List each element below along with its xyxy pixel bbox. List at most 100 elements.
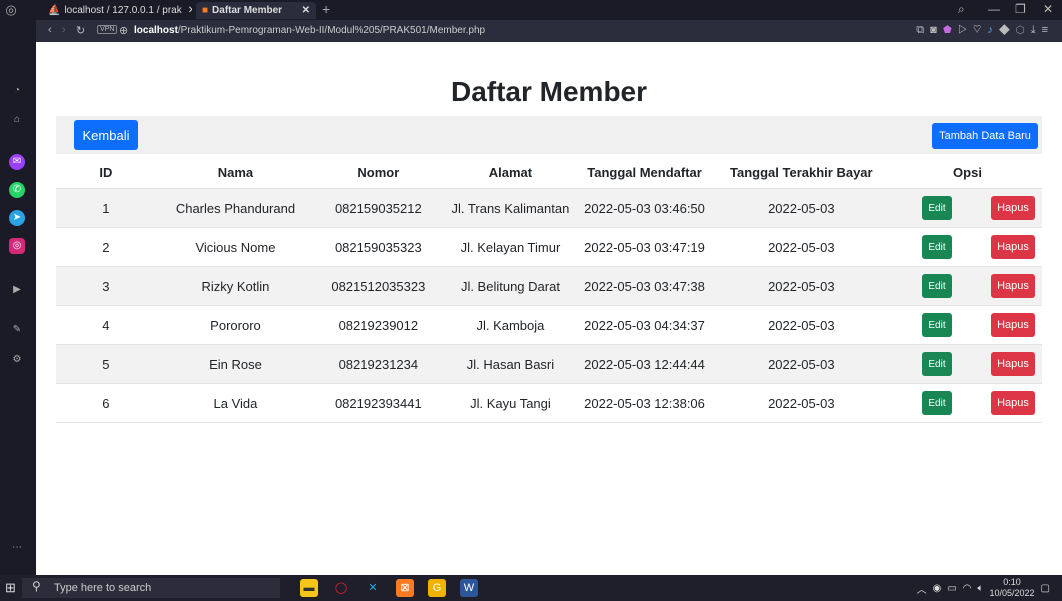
edit-button[interactable]: Edit	[922, 391, 953, 415]
windows-taskbar: ⊞ ⚲ Type here to search ▬ ◯ ✕ ⊠ G W ︿ ◉ …	[0, 575, 1062, 601]
settings-icon[interactable]: ⚙	[9, 352, 25, 368]
delete-button[interactable]: Hapus	[991, 274, 1035, 298]
cell-tanggal-mendaftar: 2022-05-03 04:34:37	[579, 305, 710, 345]
wifi-icon[interactable]: ◠	[963, 583, 972, 594]
table-header-row: ID Nama Nomor Alamat Tanggal Mendaftar T…	[56, 156, 1042, 189]
messenger-icon[interactable]: ✉	[9, 154, 25, 170]
cell-tanggal-mendaftar: 2022-05-03 03:46:50	[579, 188, 710, 228]
windows-start-icon[interactable]: ⊞	[5, 580, 16, 596]
back-nav-icon[interactable]: ‹	[48, 24, 52, 36]
notification-icon[interactable]: ▢	[1041, 583, 1050, 594]
network-icon[interactable]: ▭	[947, 583, 956, 594]
cell-id: 6	[56, 383, 156, 423]
clock[interactable]: 0:10 10/05/2022	[990, 577, 1035, 599]
cell-alamat: Jl. Belitung Darat	[441, 266, 580, 306]
member-table: ID Nama Nomor Alamat Tanggal Mendaftar T…	[56, 156, 1042, 423]
heart-icon[interactable]: ♡	[973, 24, 987, 36]
header-nama: Nama	[155, 156, 316, 189]
new-tab-icon[interactable]: +	[322, 1, 330, 17]
cell-nomor: 08219239012	[315, 305, 442, 345]
file-explorer-icon[interactable]: ▬	[300, 579, 318, 597]
whatsapp-icon[interactable]: ✆	[9, 182, 25, 198]
delete-button[interactable]: Hapus	[991, 196, 1035, 220]
cell-opsi: Edit Hapus	[893, 383, 1042, 423]
cell-id: 1	[56, 188, 156, 228]
tab-close-icon[interactable]: ✕	[182, 5, 192, 16]
tab-phpmyadmin[interactable]: ⛵ localhost / 127.0.0.1 / prak ✕	[42, 2, 192, 19]
cell-tanggal-terakhir-bayar: 2022-05-03	[709, 266, 894, 306]
telegram-icon[interactable]: ➤	[9, 210, 25, 226]
back-button[interactable]: Kembali	[74, 120, 138, 150]
table-row: 6 La Vida 082192393441 Jl. Kayu Tangi 20…	[56, 383, 1042, 423]
word-icon[interactable]: W	[460, 579, 478, 597]
delete-button[interactable]: Hapus	[991, 391, 1035, 415]
edit-button[interactable]: Edit	[922, 313, 953, 337]
extension-icon[interactable]: ◆	[999, 24, 1016, 36]
edit-button[interactable]: Edit	[922, 274, 953, 298]
chevron-up-icon[interactable]: ︿	[917, 581, 927, 596]
cell-opsi: Edit Hapus	[893, 344, 1042, 384]
browser-title-bar: ◎ ⛵ localhost / 127.0.0.1 / prak ✕ ■ Daf…	[0, 0, 1062, 20]
edit-button[interactable]: Edit	[922, 235, 953, 259]
clock-date: 10/05/2022	[989, 588, 1035, 598]
cell-opsi: Edit Hapus	[893, 188, 1042, 228]
volume-icon[interactable]: 🔈︎	[978, 583, 984, 594]
url-field[interactable]: localhost/Praktikum-Pemrograman-Web-II/M…	[134, 25, 485, 36]
speed-dial-icon[interactable]: ◔	[9, 83, 25, 99]
tab-label: Daftar Member	[212, 5, 283, 16]
reload-icon[interactable]: ↻	[76, 24, 85, 37]
tab-close-icon[interactable]: ✕	[296, 5, 310, 16]
xampp-icon: ■	[202, 5, 209, 16]
camera-icon[interactable]: ◙	[930, 24, 943, 36]
maximize-icon[interactable]: ❐	[1015, 2, 1026, 16]
header-nomor: Nomor	[315, 156, 442, 189]
header-tanggal-mendaftar: Tanggal Mendaftar	[579, 156, 710, 189]
player-icon[interactable]: ▷	[958, 24, 973, 36]
taskbar-search[interactable]: ⚲ Type here to search	[22, 578, 280, 598]
cell-id: 2	[56, 227, 156, 267]
snapshot-icon[interactable]: ⧉	[916, 24, 930, 36]
xampp-taskbar-icon[interactable]: ⊠	[396, 579, 414, 597]
opera-logo-icon[interactable]: ◎	[3, 2, 19, 18]
pinboard-icon[interactable]: ✎	[9, 322, 25, 338]
shield-icon[interactable]: ⬟	[943, 24, 958, 36]
edit-button[interactable]: Edit	[922, 196, 953, 220]
cell-nama: Porororo	[155, 305, 316, 345]
edit-button[interactable]: Edit	[922, 352, 953, 376]
forward-nav-icon[interactable]: ›	[62, 24, 66, 36]
cell-nama: Charles Phandurand	[155, 188, 316, 228]
cube-icon[interactable]: ⬡	[1016, 24, 1031, 36]
opera-icon[interactable]: ◯	[332, 579, 350, 597]
cell-tanggal-terakhir-bayar: 2022-05-03	[709, 383, 894, 423]
delete-button[interactable]: Hapus	[991, 352, 1035, 376]
add-new-data-button[interactable]: Tambah Data Baru	[932, 123, 1038, 149]
vpn-badge[interactable]: VPN	[97, 25, 118, 34]
tab-daftar-member[interactable]: ■ Daftar Member ✕	[196, 2, 316, 19]
search-icon[interactable]: ⌕	[958, 2, 965, 17]
delete-button[interactable]: Hapus	[991, 235, 1035, 259]
app-g-icon[interactable]: G	[428, 579, 446, 597]
cell-nomor: 0821512035323	[315, 266, 442, 306]
delete-button[interactable]: Hapus	[991, 313, 1035, 337]
cell-nomor: 082159035212	[315, 188, 442, 228]
bag-icon[interactable]: ⌂	[9, 112, 25, 128]
cell-tanggal-terakhir-bayar: 2022-05-03	[709, 227, 894, 267]
cell-tanggal-mendaftar: 2022-05-03 12:44:44	[579, 344, 710, 384]
music-icon[interactable]: ♪	[987, 24, 999, 36]
header-opsi: Opsi	[893, 156, 1042, 189]
close-icon[interactable]: ✕	[1043, 2, 1053, 16]
player-sidebar-icon[interactable]: ▶	[9, 282, 25, 298]
cell-alamat: Jl. Trans Kalimantan	[441, 188, 580, 228]
instagram-icon[interactable]: ◎	[9, 238, 25, 254]
cell-alamat: Jl. Kayu Tangi	[441, 383, 580, 423]
table-row: 1 Charles Phandurand 082159035212 Jl. Tr…	[56, 188, 1042, 228]
cell-id: 4	[56, 305, 156, 345]
vscode-icon[interactable]: ✕	[364, 579, 382, 597]
tray-app-icon[interactable]: ◉	[933, 583, 942, 594]
minimize-icon[interactable]: —	[988, 2, 1000, 16]
cell-opsi: Edit Hapus	[893, 266, 1042, 306]
menu-icon[interactable]: ≡	[1042, 24, 1054, 36]
site-info-icon[interactable]: ⊕	[119, 24, 128, 37]
download-icon[interactable]: ⤓	[1031, 24, 1042, 36]
more-icon[interactable]: ⋯	[9, 540, 25, 556]
